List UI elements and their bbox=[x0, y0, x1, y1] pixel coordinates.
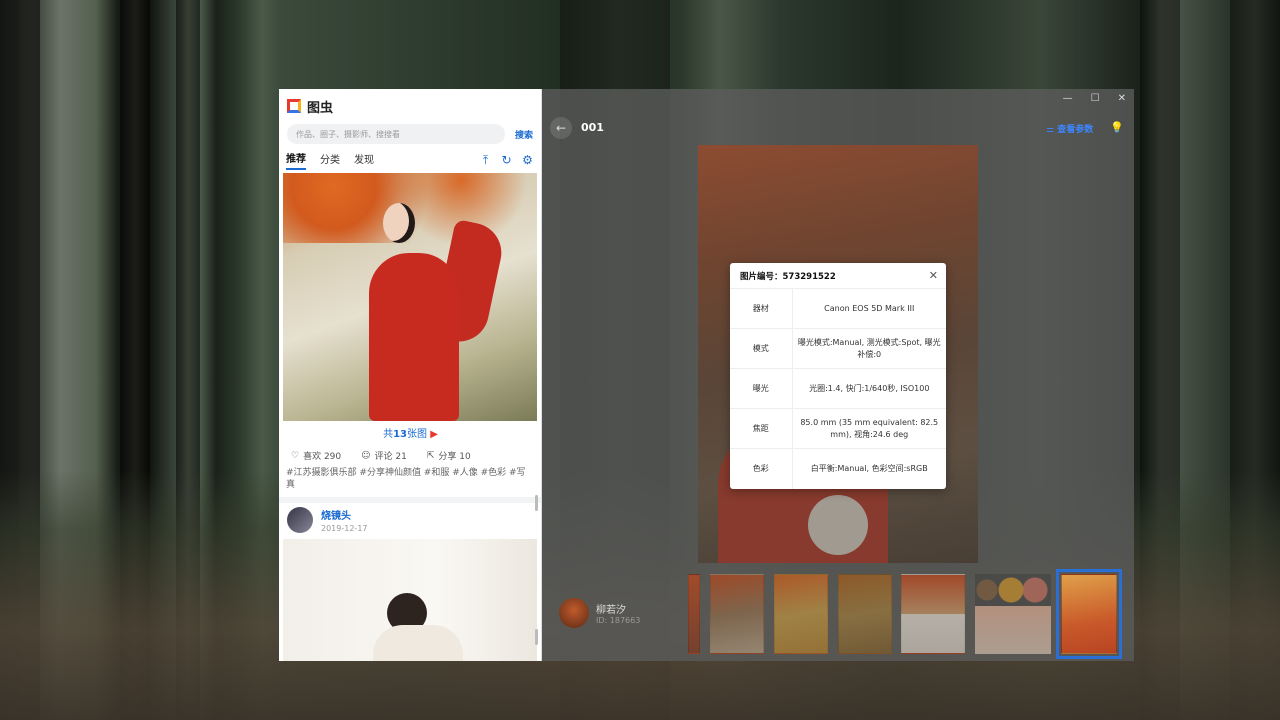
minimize-icon[interactable]: — bbox=[1063, 93, 1073, 104]
thumbnail[interactable] bbox=[774, 574, 828, 654]
post-author-row[interactable]: 烧镜头 2019-12-17 bbox=[287, 507, 368, 533]
table-row: 器材 Canon EOS 5D Mark III bbox=[730, 288, 946, 329]
author-name[interactable]: 柳若汐 bbox=[596, 601, 626, 616]
viewer-title: 001 bbox=[581, 121, 604, 134]
post-date: 2019-12-17 bbox=[321, 524, 368, 533]
share-button[interactable]: ⇱ 分享 10 bbox=[426, 449, 471, 463]
post-stats: ♡ 喜欢 290 ☺ 评论 21 ⇱ 分享 10 bbox=[291, 449, 471, 463]
tuchong-client-window: 图虫 作品、圈子、摄影师、搜搜看 搜索 推荐 分类 发现 ⤒ ↻ ⚙ 共13张图… bbox=[279, 89, 542, 661]
tab-category[interactable]: 分类 bbox=[320, 151, 340, 169]
exif-value: Canon EOS 5D Mark III bbox=[792, 288, 946, 329]
table-row: 模式 曝光模式:Manual, 测光模式:Spot, 曝光补偿:0 bbox=[730, 328, 946, 369]
thumbnail[interactable] bbox=[838, 574, 892, 654]
maximize-icon[interactable]: ☐ bbox=[1091, 93, 1100, 104]
thumbnail-selected[interactable] bbox=[1056, 569, 1122, 659]
exif-key: 器材 bbox=[730, 288, 793, 329]
avatar[interactable] bbox=[287, 507, 313, 533]
exif-key: 焦距 bbox=[730, 408, 793, 449]
close-icon[interactable]: ✕ bbox=[929, 269, 938, 282]
tab-discover[interactable]: 发现 bbox=[354, 151, 374, 169]
thumbnail[interactable] bbox=[710, 574, 764, 654]
exif-value: 白平衡:Manual, 色彩空间:sRGB bbox=[792, 448, 946, 489]
arrow-left-icon: ← bbox=[555, 121, 567, 135]
exif-value: 光圈:1.4, 快门:1/640秒, ISO100 bbox=[792, 368, 946, 409]
tuchong-logo-icon bbox=[287, 99, 301, 113]
thumbnail[interactable] bbox=[688, 574, 700, 654]
share-icon: ⇱ bbox=[426, 450, 435, 461]
search-input[interactable]: 作品、圈子、摄影师、搜搜看 bbox=[287, 124, 505, 144]
heart-icon: ♡ bbox=[291, 450, 300, 461]
author-id: ID: 187663 bbox=[596, 616, 641, 625]
pin-top-icon[interactable]: ⤒ bbox=[479, 153, 492, 167]
post-image[interactable] bbox=[283, 173, 537, 421]
scrollbar-thumb[interactable] bbox=[535, 629, 538, 645]
comment-icon: ☺ bbox=[361, 450, 371, 461]
close-icon[interactable]: ✕ bbox=[1118, 93, 1126, 104]
search-row: 作品、圈子、摄影师、搜搜看 搜索 bbox=[279, 123, 541, 145]
exif-key: 模式 bbox=[730, 328, 793, 369]
photo-params-dialog: 图片编号：573291522 ✕ 器材 Canon EOS 5D Mark II… bbox=[730, 263, 946, 489]
app-header: 图虫 bbox=[279, 89, 541, 123]
exif-key: 色彩 bbox=[730, 448, 793, 489]
more-images-link[interactable]: 共13张图 ▶ bbox=[279, 425, 541, 440]
feed-divider bbox=[279, 497, 541, 503]
exif-value: 85.0 mm (35 mm equivalent: 82.5 mm), 视角:… bbox=[792, 408, 946, 449]
post-tags[interactable]: #江苏摄影俱乐部 #分享神仙颜值 #和服 #人像 #色彩 #写真 bbox=[286, 467, 534, 491]
like-button[interactable]: ♡ 喜欢 290 bbox=[291, 449, 341, 463]
table-row: 焦距 85.0 mm (35 mm equivalent: 82.5 mm), … bbox=[730, 408, 946, 449]
avatar[interactable] bbox=[559, 598, 589, 628]
dialog-title: 图片编号：573291522 bbox=[740, 271, 836, 282]
post-author-name[interactable]: 烧镜头 bbox=[321, 507, 368, 522]
exif-table: 器材 Canon EOS 5D Mark III 模式 曝光模式:Manual,… bbox=[730, 288, 946, 489]
app-title: 图虫 bbox=[307, 100, 334, 116]
back-button[interactable]: ← bbox=[550, 117, 572, 139]
view-params-button[interactable]: ⚌ 查看参数 bbox=[1046, 122, 1093, 135]
tab-recommend[interactable]: 推荐 bbox=[286, 150, 306, 170]
window-controls: — ☐ ✕ bbox=[1063, 93, 1126, 104]
thumbnail[interactable] bbox=[901, 574, 965, 654]
table-row: 曝光 光圈:1.4, 快门:1/640秒, ISO100 bbox=[730, 368, 946, 409]
table-row: 色彩 白平衡:Manual, 色彩空间:sRGB bbox=[730, 448, 946, 489]
exif-value: 曝光模式:Manual, 测光模式:Spot, 曝光补偿:0 bbox=[792, 328, 946, 369]
search-button[interactable]: 搜索 bbox=[515, 128, 533, 141]
sliders-icon: ⚌ bbox=[1046, 125, 1055, 135]
gear-icon[interactable]: ⚙ bbox=[521, 153, 534, 167]
bulb-icon[interactable]: 💡 bbox=[1110, 121, 1124, 134]
exif-key: 曝光 bbox=[730, 368, 793, 409]
comment-button[interactable]: ☺ 评论 21 bbox=[361, 449, 407, 463]
tab-bar: 推荐 分类 发现 ⤒ ↻ ⚙ bbox=[279, 145, 541, 175]
thumbnail[interactable] bbox=[975, 574, 1051, 654]
scrollbar-thumb[interactable] bbox=[535, 495, 538, 511]
refresh-icon[interactable]: ↻ bbox=[500, 153, 513, 167]
post-image[interactable] bbox=[283, 539, 537, 661]
